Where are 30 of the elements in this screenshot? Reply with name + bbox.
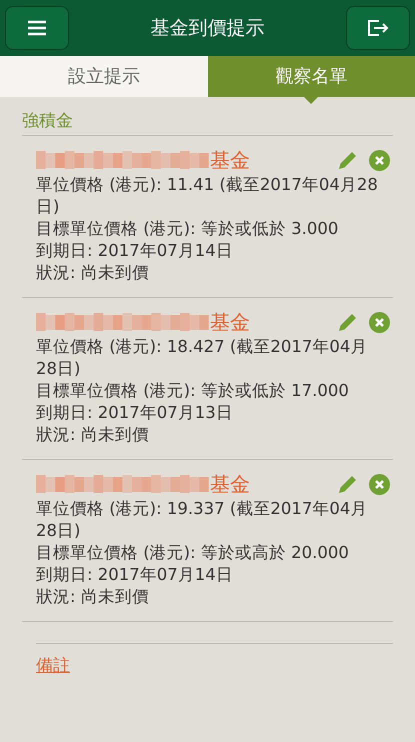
delete-icon[interactable] bbox=[369, 312, 390, 332]
edit-icon[interactable] bbox=[337, 473, 359, 495]
fund-detail: 目標單位價格 (港元): 等於或低於 17.000 bbox=[36, 380, 350, 402]
tab[interactable]: 設立提示 bbox=[0, 56, 208, 97]
menu-icon bbox=[27, 20, 47, 36]
fund-name: 基金 bbox=[210, 471, 250, 498]
tab-pointer-icon bbox=[304, 97, 318, 104]
remarks-link[interactable]: 備註 bbox=[36, 654, 70, 680]
delete-icon[interactable] bbox=[369, 150, 390, 170]
fund-detail: 目標單位價格 (港元): 等於或高於 20.000 bbox=[36, 542, 350, 564]
edit-icon[interactable] bbox=[337, 311, 359, 333]
fund-detail: 狀況: 尚未到價 bbox=[36, 424, 150, 446]
fund-detail: 狀況: 尚未到價 bbox=[36, 262, 150, 284]
fund-detail: 單位價格 (港元): 19.337 (截至2017年04月28日) bbox=[36, 498, 368, 542]
menu-button[interactable] bbox=[5, 6, 69, 50]
fund-detail: 狀況: 尚未到價 bbox=[36, 586, 150, 608]
section-title: 強積金 bbox=[22, 110, 74, 133]
fund-detail: 單位價格 (港元): 18.427 (截至2017年04月28日) bbox=[36, 336, 368, 380]
fund-name: 基金 bbox=[210, 147, 250, 174]
fund-detail: 到期日: 2017年07月14日 bbox=[36, 564, 234, 586]
fund-detail: 到期日: 2017年07月13日 bbox=[36, 402, 234, 424]
logout-button[interactable] bbox=[346, 6, 410, 50]
logout-icon bbox=[367, 19, 389, 37]
delete-icon[interactable] bbox=[369, 474, 390, 494]
fund-detail: 單位價格 (港元): 11.41 (截至2017年04月28日) bbox=[36, 174, 379, 218]
header-title: 基金到價提示 bbox=[150, 16, 264, 41]
edit-icon[interactable] bbox=[337, 149, 359, 171]
fund-detail: 到期日: 2017年07月14日 bbox=[36, 240, 234, 262]
fund-detail: 目標單位價格 (港元): 等於或低於 3.000 bbox=[36, 218, 340, 240]
fund-name: 基金 bbox=[210, 309, 250, 336]
